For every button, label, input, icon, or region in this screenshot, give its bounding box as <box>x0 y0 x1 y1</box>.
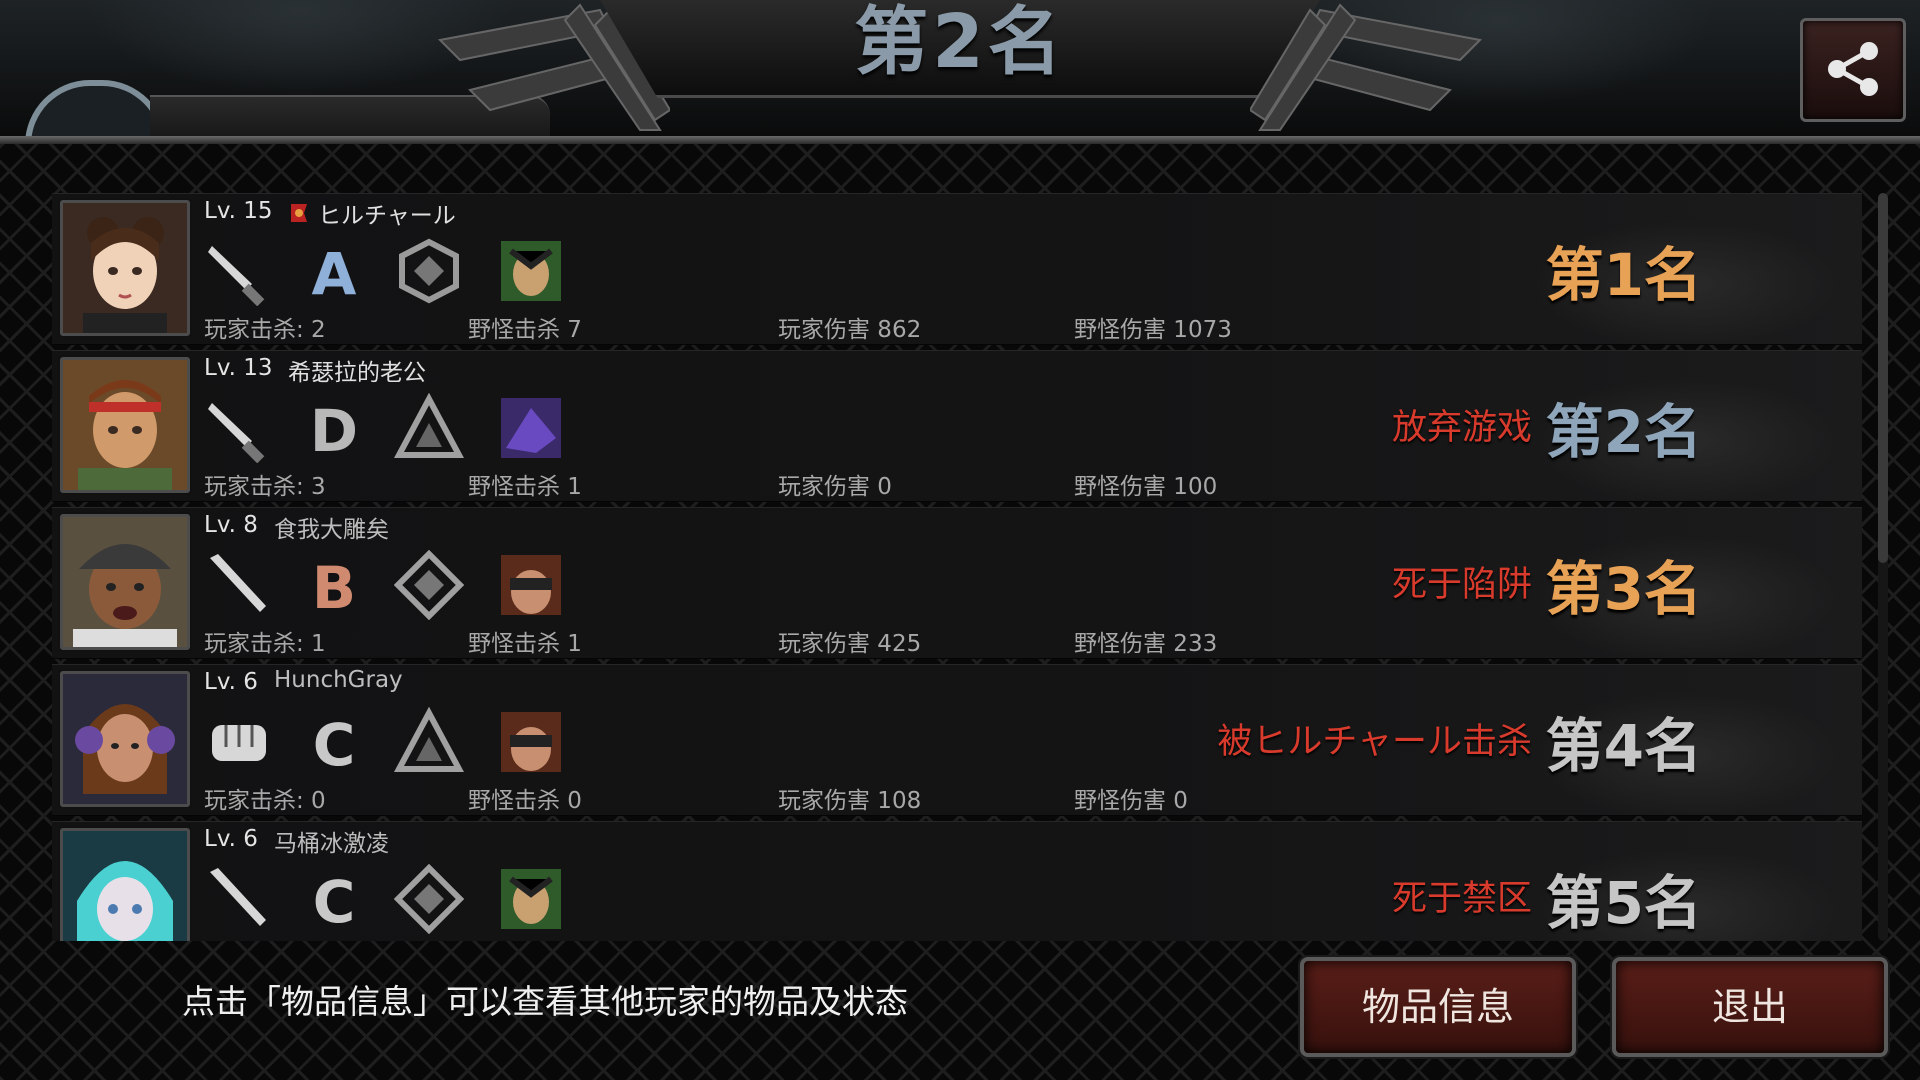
player-damage: 玩家伤害 108 <box>778 788 922 814</box>
player-damage: 玩家伤害 862 <box>778 317 922 343</box>
diamond-emblem-icon <box>394 864 464 934</box>
frame-border <box>0 136 1920 144</box>
knife-icon <box>208 246 265 306</box>
svg-text:B: B <box>312 554 356 620</box>
player-name: HunchGray <box>274 667 403 693</box>
goggles-portrait-icon <box>501 555 561 615</box>
monster-damage: 野怪伤害 233 <box>1074 631 1218 657</box>
rank-label: 第4名 <box>1545 712 1702 780</box>
player-row-1[interactable]: Lv. 15 ヒルチャール A 玩家击杀: 2 野怪击杀 7 玩家伤害 862 … <box>52 193 1862 345</box>
svg-text:C: C <box>313 868 356 934</box>
cube-emblem-icon <box>399 238 459 304</box>
monster-kills: 野怪击杀 1 <box>468 474 582 500</box>
death-status: 被ヒルチャール击杀 <box>1217 722 1532 762</box>
grade-a-icon: A <box>312 240 357 306</box>
player-kills: 玩家击杀: 2 <box>204 317 326 343</box>
death-status: 死于禁区 <box>1391 879 1532 919</box>
rank-label: 第2名 <box>1545 398 1702 466</box>
player-level: Lv. 6 <box>204 826 258 852</box>
player-row-3[interactable]: Lv. 8 食我大雕矣 B 玩家击杀: 1 野怪击杀 1 玩家伤害 425 野怪… <box>52 507 1862 659</box>
knife-icon <box>208 403 265 463</box>
player-avatar <box>60 200 190 336</box>
player-name: 马桶冰激凌 <box>274 831 389 857</box>
player-name: 希瑟拉的老公 <box>288 360 426 386</box>
player-avatar <box>60 671 190 807</box>
rank-label: 第3名 <box>1545 555 1702 623</box>
svg-text:D: D <box>310 397 358 463</box>
pet-portrait-icon <box>501 869 561 929</box>
player-level: Lv. 13 <box>204 355 273 381</box>
player-avatar <box>60 514 190 650</box>
grade-c-icon: C <box>313 711 356 777</box>
player-row-5[interactable]: Lv. 6 马桶冰激凌 C 死于禁区 第5名 <box>52 821 1862 941</box>
svg-text:A: A <box>312 240 357 306</box>
death-status: 放弃游戏 <box>1391 408 1532 448</box>
diamond-emblem-icon <box>394 550 464 620</box>
page-title: 第2名 <box>854 0 1066 85</box>
exit-button[interactable]: 退出 <box>1612 957 1888 1057</box>
scrollbar-thumb[interactable] <box>1878 193 1888 563</box>
player-level: Lv. 6 <box>204 669 258 695</box>
triangle-emblem-icon <box>394 707 464 772</box>
list-scrollbar[interactable] <box>1878 193 1888 941</box>
player-kills: 玩家击杀: 0 <box>204 788 326 814</box>
player-row-2[interactable]: Lv. 13 希瑟拉的老公 D 玩家击杀: 3 野怪击杀 1 玩家伤害 0 野怪… <box>52 350 1862 502</box>
player-name: ヒルチャール <box>318 203 456 229</box>
monster-kills: 野怪击杀 1 <box>468 631 582 657</box>
clan-flag-icon <box>288 202 310 224</box>
rank-label: 第1名 <box>1545 241 1702 309</box>
monster-kills: 野怪击杀 0 <box>468 788 582 814</box>
share-button[interactable] <box>1800 18 1906 122</box>
player-row-4[interactable]: Lv. 6 HunchGray C 玩家击杀: 0 野怪击杀 0 玩家伤害 10… <box>52 664 1862 816</box>
player-kills: 玩家击杀: 1 <box>204 631 326 657</box>
player-avatar <box>60 828 190 941</box>
player-name: 食我大雕矣 <box>274 517 389 543</box>
fist-icon <box>212 725 266 761</box>
death-status: 死于陷阱 <box>1391 565 1532 605</box>
monster-damage: 野怪伤害 1073 <box>1074 317 1232 343</box>
bat-icon <box>210 868 266 926</box>
beast-portrait-icon <box>501 398 561 458</box>
player-damage: 玩家伤害 0 <box>778 474 892 500</box>
hint-text: 点击「物品信息」可以查看其他玩家的物品及状态 <box>182 982 908 1021</box>
grade-c-icon: C <box>313 868 356 934</box>
rank-label: 第5名 <box>1545 869 1702 937</box>
top-bar: 第2名 <box>0 0 1920 140</box>
ranking-list[interactable]: Lv. 15 ヒルチャール A 玩家击杀: 2 野怪击杀 7 玩家伤害 862 … <box>52 193 1862 941</box>
monster-kills: 野怪击杀 7 <box>468 317 582 343</box>
monster-damage: 野怪伤害 0 <box>1074 788 1188 814</box>
player-kills: 玩家击杀: 3 <box>204 474 326 500</box>
pet-portrait-icon <box>501 241 561 301</box>
bottom-bar: 点击「物品信息」可以查看其他玩家的物品及状态 物品信息 退出 <box>0 945 1920 1080</box>
goggles-portrait-icon <box>501 712 561 772</box>
player-level: Lv. 15 <box>204 198 273 224</box>
svg-text:C: C <box>313 711 356 777</box>
bat-icon <box>210 554 266 612</box>
share-icon <box>1828 42 1878 96</box>
monster-damage: 野怪伤害 100 <box>1074 474 1218 500</box>
grade-d-icon: D <box>310 397 358 463</box>
triangle-emblem-icon <box>394 393 464 458</box>
player-level: Lv. 8 <box>204 512 258 538</box>
player-avatar <box>60 357 190 493</box>
player-damage: 玩家伤害 425 <box>778 631 922 657</box>
grade-b-icon: B <box>312 554 356 620</box>
item-info-button[interactable]: 物品信息 <box>1300 957 1576 1057</box>
